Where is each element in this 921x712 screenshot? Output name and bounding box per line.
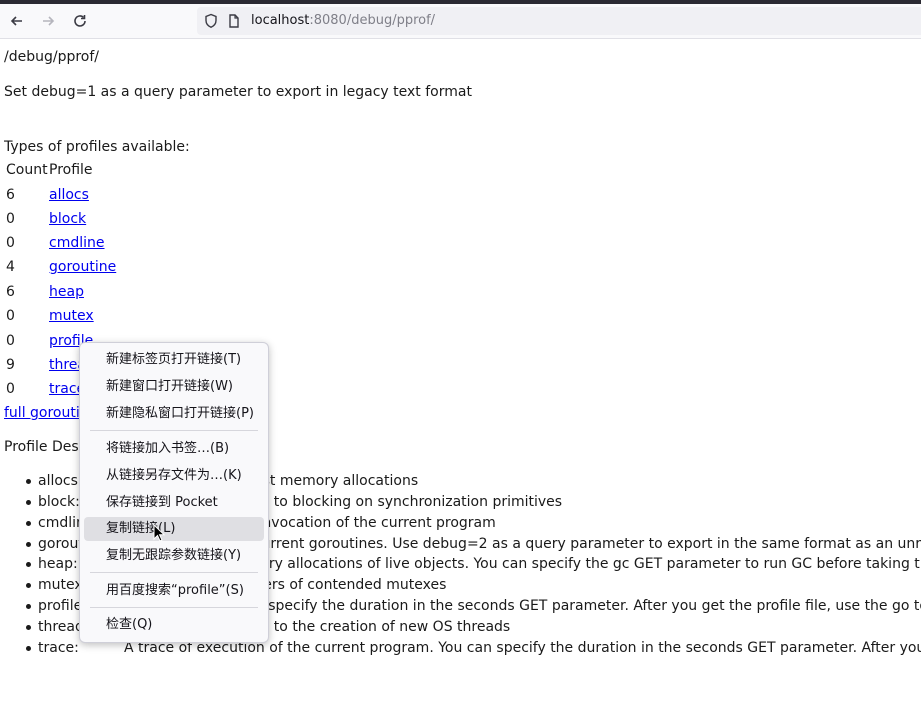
menu-separator	[90, 607, 258, 608]
menu-save-link-as[interactable]: 从链接另存文件为…(K)	[84, 464, 264, 488]
profile-link-cmdline[interactable]: cmdline	[49, 234, 105, 252]
mouse-cursor-icon	[153, 524, 165, 542]
menu-search-baidu[interactable]: 用百度搜索“profile”(S)	[84, 579, 264, 603]
menu-open-in-new-window[interactable]: 新建窗口打开链接(W)	[84, 375, 264, 399]
bullet	[26, 500, 31, 505]
legacy-hint: Set debug=1 as a query parameter to expo…	[4, 84, 472, 100]
types-heading: Types of profiles available:	[4, 139, 190, 155]
profile-count: 0	[6, 308, 15, 324]
bullet	[26, 479, 31, 484]
menu-open-in-private-window[interactable]: 新建隐私窗口打开链接(P)	[84, 402, 264, 426]
menu-copy-link[interactable]: 复制链接(L)	[84, 517, 264, 541]
url-text[interactable]: localhost:8080/debug/pprof/	[251, 13, 435, 28]
arrow-right-icon	[43, 16, 55, 26]
profile-count: 6	[6, 187, 15, 203]
bullet	[26, 542, 31, 547]
bullet	[26, 604, 31, 609]
profile-count: 4	[6, 259, 15, 275]
back-button[interactable]	[6, 10, 28, 32]
menu-separator	[90, 572, 258, 573]
page-path: /debug/pprof/	[4, 49, 100, 65]
reload-button[interactable]	[69, 10, 91, 32]
link-context-menu: 新建标签页打开链接(T) 新建窗口打开链接(W) 新建隐私窗口打开链接(P) 将…	[79, 342, 269, 643]
profile-link-heap[interactable]: heap	[49, 283, 84, 301]
bullet	[26, 521, 31, 526]
menu-separator	[90, 430, 258, 431]
url-host: localhost	[251, 13, 310, 28]
profile-count: 6	[6, 284, 15, 300]
reload-icon	[74, 15, 86, 27]
profile-count: 0	[6, 211, 15, 227]
arrow-left-icon	[10, 16, 22, 26]
url-path: :8080/debug/pprof/	[309, 13, 436, 28]
forward-button[interactable]	[37, 10, 59, 32]
page-icon[interactable]	[227, 13, 241, 29]
menu-copy-clean-link[interactable]: 复制无跟踪参数链接(Y)	[84, 544, 264, 568]
profile-link-goroutine[interactable]: goroutine	[49, 258, 116, 276]
bullet	[26, 583, 31, 588]
profile-link-allocs[interactable]: allocs	[49, 186, 89, 204]
bullet	[26, 646, 31, 651]
profile-count: 9	[6, 357, 15, 373]
profile-count: 0	[6, 333, 15, 349]
profile-count: 0	[6, 235, 15, 251]
desc-name: heap:	[38, 556, 78, 572]
menu-bookmark-link[interactable]: 将链接加入书签…(B)	[84, 437, 264, 461]
menu-open-in-new-tab[interactable]: 新建标签页打开链接(T)	[84, 348, 264, 372]
menu-inspect[interactable]: 检查(Q)	[84, 613, 264, 637]
desc-name: trace:	[38, 640, 79, 656]
profile-link-block[interactable]: block	[49, 210, 86, 228]
browser-toolbar: localhost:8080/debug/pprof/	[0, 4, 921, 39]
count-header: Count	[6, 162, 48, 178]
desc-name: allocs:	[38, 473, 83, 489]
bullet	[26, 562, 31, 567]
profile-link-mutex[interactable]: mutex	[49, 307, 94, 325]
profile-count: 0	[6, 381, 15, 397]
profile-header: Profile	[49, 162, 93, 178]
shield-icon[interactable]	[204, 13, 218, 29]
address-bar[interactable]: localhost:8080/debug/pprof/	[197, 7, 921, 35]
menu-save-to-pocket[interactable]: 保存链接到 Pocket	[84, 491, 264, 515]
desc-name: block:	[38, 494, 80, 510]
bullet	[26, 625, 31, 630]
